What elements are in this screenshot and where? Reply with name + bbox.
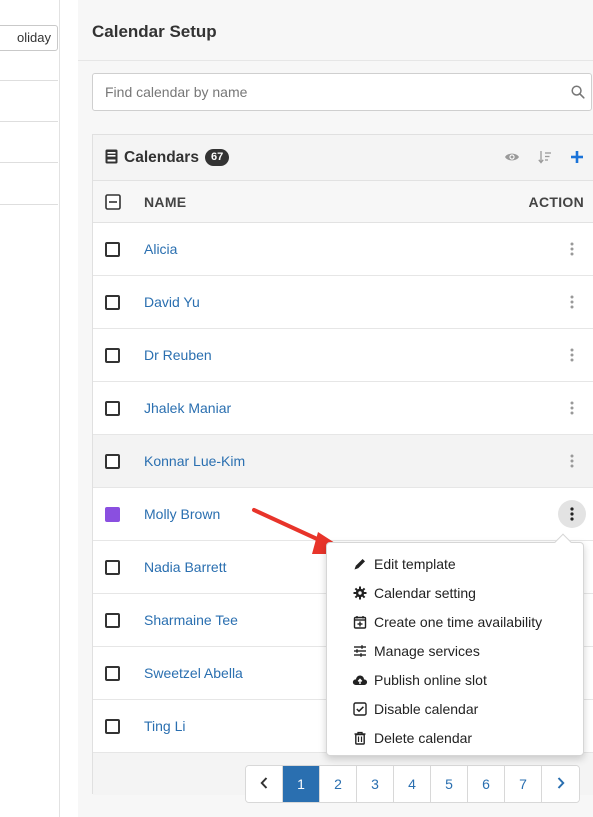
calendar-name-link[interactable]: Sharmaine Tee <box>144 594 238 647</box>
page-6-button[interactable]: 6 <box>468 766 505 802</box>
row-checkbox[interactable] <box>105 719 120 734</box>
pencil-icon <box>352 556 368 572</box>
table-row: Dr Reuben <box>93 329 593 382</box>
page-5-button[interactable]: 5 <box>431 766 468 802</box>
pagination: 1 2 3 4 5 6 7 <box>245 765 580 803</box>
chevron-right-icon <box>557 776 565 792</box>
calendar-plus-icon <box>352 614 368 630</box>
calendar-name-link[interactable]: Ting Li <box>144 700 186 753</box>
row-actions-button[interactable] <box>558 447 586 475</box>
calendar-name-link[interactable]: Molly Brown <box>144 488 220 541</box>
page-7-button[interactable]: 7 <box>505 766 542 802</box>
gear-icon <box>352 585 368 601</box>
cloud-upload-icon <box>352 672 368 688</box>
calendars-header: Calendars 67 <box>93 135 593 181</box>
page-1-button[interactable]: 1 <box>283 766 320 802</box>
row-actions-button[interactable] <box>558 288 586 316</box>
table-column-header: NAME ACTION <box>93 181 593 223</box>
row-actions-button[interactable] <box>558 500 586 528</box>
row-checkbox[interactable] <box>105 560 120 575</box>
row-checkbox[interactable] <box>105 242 120 257</box>
left-divider <box>0 80 58 81</box>
row-checkbox[interactable] <box>105 295 120 310</box>
header-actions <box>504 135 584 181</box>
search-input[interactable] <box>93 74 565 110</box>
search-icon[interactable] <box>565 74 591 110</box>
add-calendar-icon[interactable] <box>570 150 584 167</box>
prev-page-button[interactable] <box>246 766 283 802</box>
left-divider <box>0 162 58 163</box>
menu-item-calendar-setting[interactable]: Calendar setting <box>327 578 583 607</box>
select-all-checkbox[interactable] <box>105 194 121 213</box>
pagination-footer: 1 2 3 4 5 6 7 <box>93 753 593 803</box>
calendar-name-link[interactable]: Nadia Barrett <box>144 541 226 594</box>
calendar-name-link[interactable]: Dr Reuben <box>144 329 212 382</box>
search-box <box>92 73 592 111</box>
row-checkbox[interactable] <box>105 613 120 628</box>
page-title: Calendar Setup <box>92 22 217 41</box>
table-row: Alicia <box>93 223 593 276</box>
table-row: David Yu <box>93 276 593 329</box>
calendar-name-link[interactable]: David Yu <box>144 276 200 329</box>
table-row: Konnar Lue-Kim <box>93 435 593 488</box>
column-action: ACTION <box>528 193 584 210</box>
menu-item-label: Disable calendar <box>374 700 479 717</box>
trash-icon <box>352 730 368 746</box>
sliders-icon <box>352 643 368 659</box>
page-4-button[interactable]: 4 <box>394 766 431 802</box>
menu-item-label: Edit template <box>374 555 456 572</box>
holiday-button[interactable]: oliday <box>0 25 58 51</box>
menu-item-label: Calendar setting <box>374 584 476 601</box>
menu-item-manage-services[interactable]: Manage services <box>327 636 583 665</box>
calendar-count-badge: 67 <box>204 149 230 166</box>
left-pane: oliday <box>0 0 60 817</box>
row-actions-button[interactable] <box>558 341 586 369</box>
calendar-name-link[interactable]: Sweetzel Abella <box>144 647 243 700</box>
sort-icon[interactable] <box>538 150 552 167</box>
menu-item-label: Delete calendar <box>374 729 473 746</box>
calendar-name-link[interactable]: Konnar Lue-Kim <box>144 435 245 488</box>
row-color-checkbox[interactable] <box>105 507 120 522</box>
chevron-left-icon <box>260 776 268 792</box>
menu-item-edit-template[interactable]: Edit template <box>327 549 583 578</box>
row-actions-button[interactable] <box>558 235 586 263</box>
left-divider <box>0 204 58 205</box>
menu-item-disable-calendar[interactable]: Disable calendar <box>327 694 583 723</box>
next-page-button[interactable] <box>542 766 579 802</box>
page-2-button[interactable]: 2 <box>320 766 357 802</box>
column-name: NAME <box>144 193 187 210</box>
calendars-title: Calendars <box>124 148 199 166</box>
page-3-button[interactable]: 3 <box>357 766 394 802</box>
checkbox-icon <box>352 701 368 717</box>
row-actions-button[interactable] <box>558 394 586 422</box>
row-action-menu: Edit template Calendar setting Create on… <box>326 533 584 756</box>
row-checkbox[interactable] <box>105 666 120 681</box>
calendar-name-link[interactable]: Jhalek Maniar <box>144 382 231 435</box>
menu-item-publish-online-slot[interactable]: Publish online slot <box>327 665 583 694</box>
menu-item-label: Manage services <box>374 642 480 659</box>
row-checkbox[interactable] <box>105 401 120 416</box>
menu-item-label: Create one time availability <box>374 613 543 630</box>
row-checkbox[interactable] <box>105 454 120 469</box>
eye-icon[interactable] <box>504 150 520 166</box>
left-divider <box>0 121 58 122</box>
menu-item-create-one-time-availability[interactable]: Create one time availability <box>327 607 583 636</box>
book-icon <box>105 149 118 167</box>
title-divider <box>78 60 593 61</box>
table-row: Jhalek Maniar <box>93 382 593 435</box>
calendar-name-link[interactable]: Alicia <box>144 223 177 276</box>
row-checkbox[interactable] <box>105 348 120 363</box>
menu-item-label: Publish online slot <box>374 671 487 688</box>
menu-item-delete-calendar[interactable]: Delete calendar <box>327 723 583 752</box>
